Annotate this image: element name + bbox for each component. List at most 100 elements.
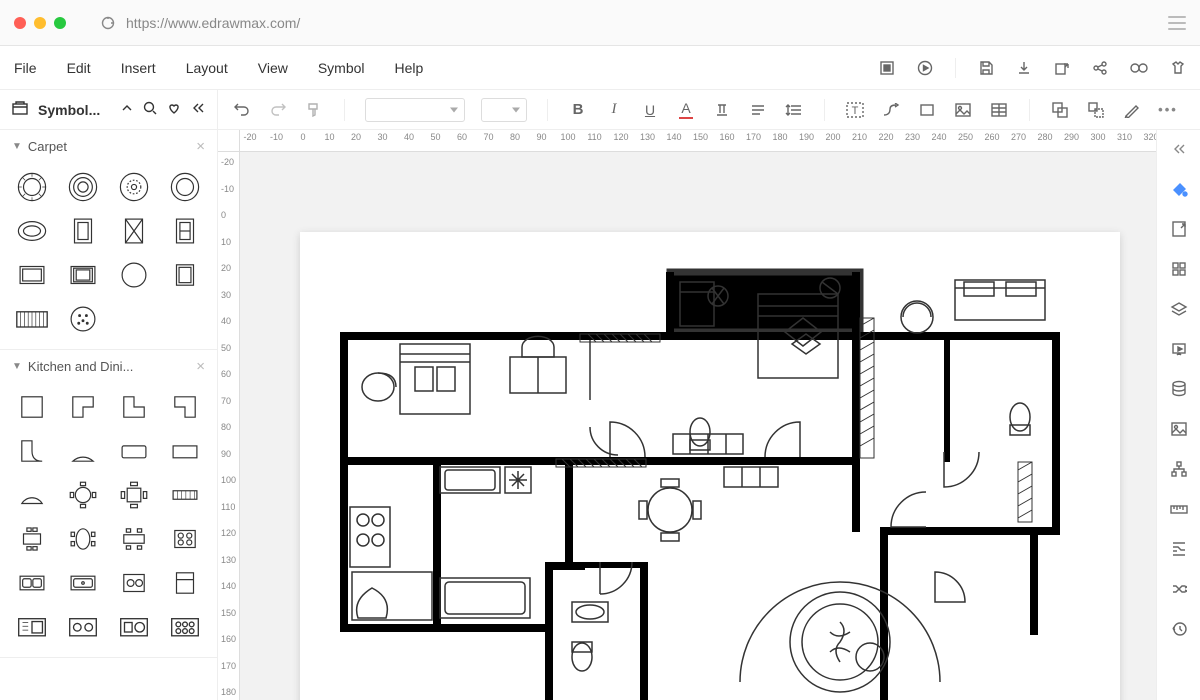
database-icon[interactable] [1168,378,1190,400]
shape-table-half[interactable] [8,475,55,515]
font-size-select[interactable] [481,98,527,122]
ungroup-icon[interactable] [1086,100,1106,120]
shape-carpet-dots[interactable] [59,299,106,339]
shape-counter-rect[interactable] [111,431,158,471]
menu-view[interactable]: View [258,60,288,76]
shape-counter-rect2[interactable] [162,431,209,471]
shape-carpet-oval[interactable] [8,211,55,251]
group-icon[interactable] [1050,100,1070,120]
image-insert-icon[interactable] [953,100,973,120]
close-icon[interactable]: × [196,358,205,375]
shape-carpet-rect-2[interactable] [111,211,158,251]
ruler-settings-icon[interactable] [1168,498,1190,520]
collapse-left-icon[interactable] [191,102,205,117]
shape-stove-2[interactable] [111,563,158,603]
present-icon[interactable] [1168,338,1190,360]
browser-menu-icon[interactable] [1168,16,1186,30]
pagebreak-icon[interactable] [1168,538,1190,560]
layers-icon[interactable] [1168,298,1190,320]
shape-table-long[interactable] [111,519,158,559]
shape-sink-2[interactable] [59,563,106,603]
minimize-window-icon[interactable] [34,17,46,29]
shuffle-icon[interactable] [1168,578,1190,600]
menu-help[interactable]: Help [395,60,424,76]
shape-carpet-rect-3[interactable] [162,211,209,251]
shape-fridge[interactable] [162,563,209,603]
shape-appliance-2[interactable] [59,607,106,647]
bold-button[interactable]: B [568,100,588,120]
panel-header-carpet[interactable]: ▼ Carpet × [0,130,217,163]
shape-table-sq-4[interactable] [111,475,158,515]
menu-file[interactable]: File [14,60,37,76]
font-family-select[interactable] [365,98,465,122]
menu-layout[interactable]: Layout [186,60,228,76]
shape-counter-l3[interactable] [162,387,209,427]
address-bar[interactable]: https://www.edrawmax.com/ [90,9,1168,37]
shape-table-oval[interactable] [59,519,106,559]
history-icon[interactable] [1168,618,1190,640]
shape-appliance-1[interactable] [8,607,55,647]
italic-button[interactable]: I [604,100,624,120]
menu-insert[interactable]: Insert [121,60,156,76]
panel-header-kitchen[interactable]: ▼ Kitchen and Dini... × [0,350,217,383]
underline-button[interactable]: U [640,100,660,120]
chevron-up-icon[interactable] [121,102,133,117]
shape-sink-1[interactable] [8,563,55,603]
more-icon[interactable]: ••• [1158,100,1178,120]
shape-counter-1[interactable] [8,387,55,427]
shape-counter-l1[interactable] [59,387,106,427]
shape-carpet-round-1[interactable] [8,167,55,207]
shape-table-strip[interactable] [162,475,209,515]
floor-plan-drawing[interactable] [340,262,1080,700]
shape-counter-arc[interactable] [59,431,106,471]
page-export-icon[interactable] [1168,218,1190,240]
connector-icon[interactable] [881,100,901,120]
play-icon[interactable] [917,60,933,76]
save-icon[interactable] [978,60,994,76]
maximize-window-icon[interactable] [54,17,66,29]
shape-appliance-3[interactable] [111,607,158,647]
tree-icon[interactable] [1168,458,1190,480]
shape-carpet-rect-4[interactable] [8,255,55,295]
line-spacing-icon[interactable] [784,100,804,120]
shape-rect-icon[interactable] [917,100,937,120]
shape-carpet-hatch[interactable] [8,299,55,339]
shape-table-round-4[interactable] [59,475,106,515]
shape-carpet-round-4[interactable] [162,167,209,207]
shape-counter-l2[interactable] [111,387,158,427]
shape-carpet-round-3[interactable] [111,167,158,207]
shape-carpet-round-2[interactable] [59,167,106,207]
shape-table-rect-2[interactable] [8,519,55,559]
text-tool-icon[interactable]: T [845,100,865,120]
grid-icon[interactable] [1168,258,1190,280]
shape-carpet-rect-5[interactable] [59,255,106,295]
redo-icon[interactable] [268,100,288,120]
share-icon[interactable] [1092,60,1108,76]
undo-icon[interactable] [232,100,252,120]
pen-icon[interactable] [1122,100,1142,120]
collapse-right-icon[interactable] [1168,138,1190,160]
search-icon[interactable] [143,101,157,118]
view-icon[interactable] [1130,62,1148,74]
fill-tool-icon[interactable] [1168,178,1190,200]
shape-counter-curve[interactable] [8,431,55,471]
format-painter-icon[interactable] [304,100,324,120]
text-highlight-icon[interactable] [712,100,732,120]
shirt-icon[interactable] [1170,60,1186,76]
menu-edit[interactable]: Edit [67,60,91,76]
menu-symbol[interactable]: Symbol [318,60,365,76]
shape-stove-1[interactable] [162,519,209,559]
close-icon[interactable]: × [196,138,205,155]
shape-carpet-circle[interactable] [111,255,158,295]
shape-appliance-4[interactable] [162,607,209,647]
download-icon[interactable] [1016,60,1032,76]
picture-icon[interactable] [1168,418,1190,440]
table-icon[interactable] [989,100,1009,120]
canvas-viewport[interactable] [240,152,1156,700]
align-icon[interactable] [748,100,768,120]
library-icon[interactable] [12,101,28,118]
export-icon[interactable] [1054,60,1070,76]
heart-icon[interactable] [167,101,181,118]
shape-carpet-rect-1[interactable] [59,211,106,251]
drawing-page[interactable] [300,232,1120,700]
